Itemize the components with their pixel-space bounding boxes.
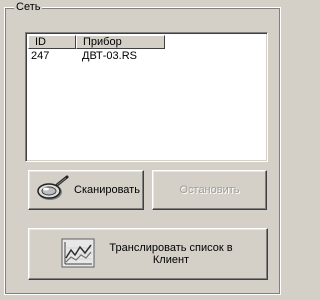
stop-button-label: Остановить xyxy=(179,184,240,196)
device-list[interactable]: ID Прибор 247 ДВТ-03.RS xyxy=(25,32,268,162)
translate-list-button[interactable]: Транслировать список в Клиент xyxy=(28,228,268,280)
network-panel: Сеть ID Прибор 247 ДВТ-03.RS Сканировать xyxy=(0,0,285,300)
scan-button-label: Сканировать xyxy=(74,184,140,196)
groupbox-title: Сеть xyxy=(14,1,43,14)
magnifier-icon xyxy=(35,174,71,207)
scan-button[interactable]: Сканировать xyxy=(28,170,144,210)
list-body: 247 ДВТ-03.RS xyxy=(28,50,265,63)
translate-list-button-label: Транслировать список в Клиент xyxy=(109,242,233,266)
list-item[interactable]: 247 ДВТ-03.RS xyxy=(28,50,265,63)
column-header-id[interactable]: ID xyxy=(28,35,76,49)
chart-icon xyxy=(61,238,95,271)
device-id: 247 xyxy=(31,50,50,62)
list-header: ID Прибор xyxy=(28,35,265,49)
device-name: ДВТ-03.RS xyxy=(82,50,138,62)
column-header-device[interactable]: Прибор xyxy=(76,35,165,49)
stop-button[interactable]: Остановить xyxy=(152,170,267,210)
